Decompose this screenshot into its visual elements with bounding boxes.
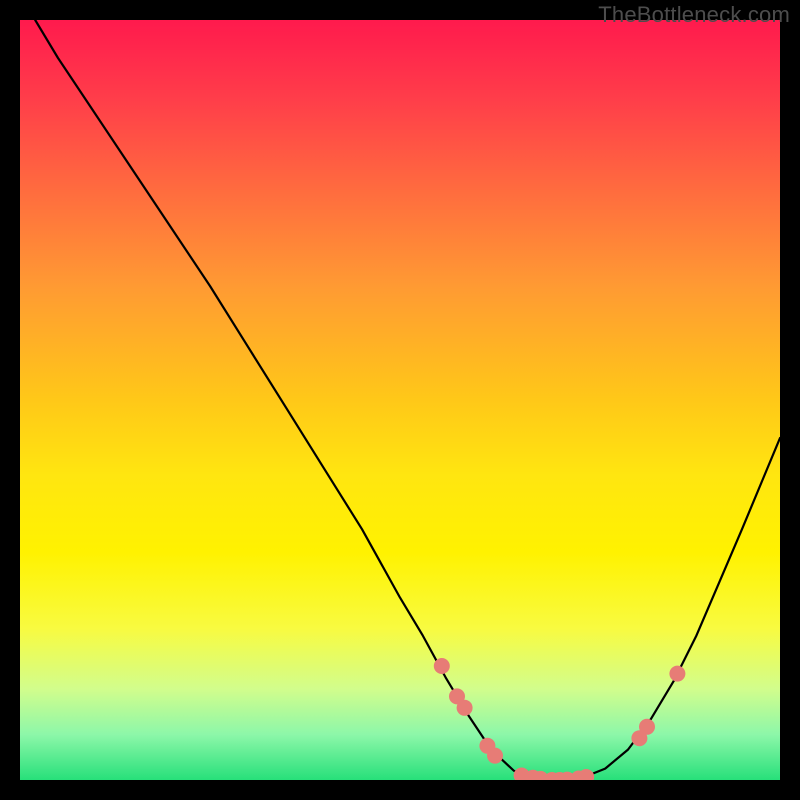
data-marker	[487, 748, 503, 764]
data-marker	[457, 700, 473, 716]
watermark-text: TheBottleneck.com	[598, 2, 790, 28]
chart-frame: TheBottleneck.com	[0, 0, 800, 800]
chart-plot-area	[20, 20, 780, 780]
data-marker	[669, 666, 685, 682]
data-marker	[578, 769, 594, 780]
data-marker	[639, 719, 655, 735]
chart-svg	[20, 20, 780, 780]
data-marker	[434, 658, 450, 674]
bottleneck-curve	[35, 20, 780, 780]
